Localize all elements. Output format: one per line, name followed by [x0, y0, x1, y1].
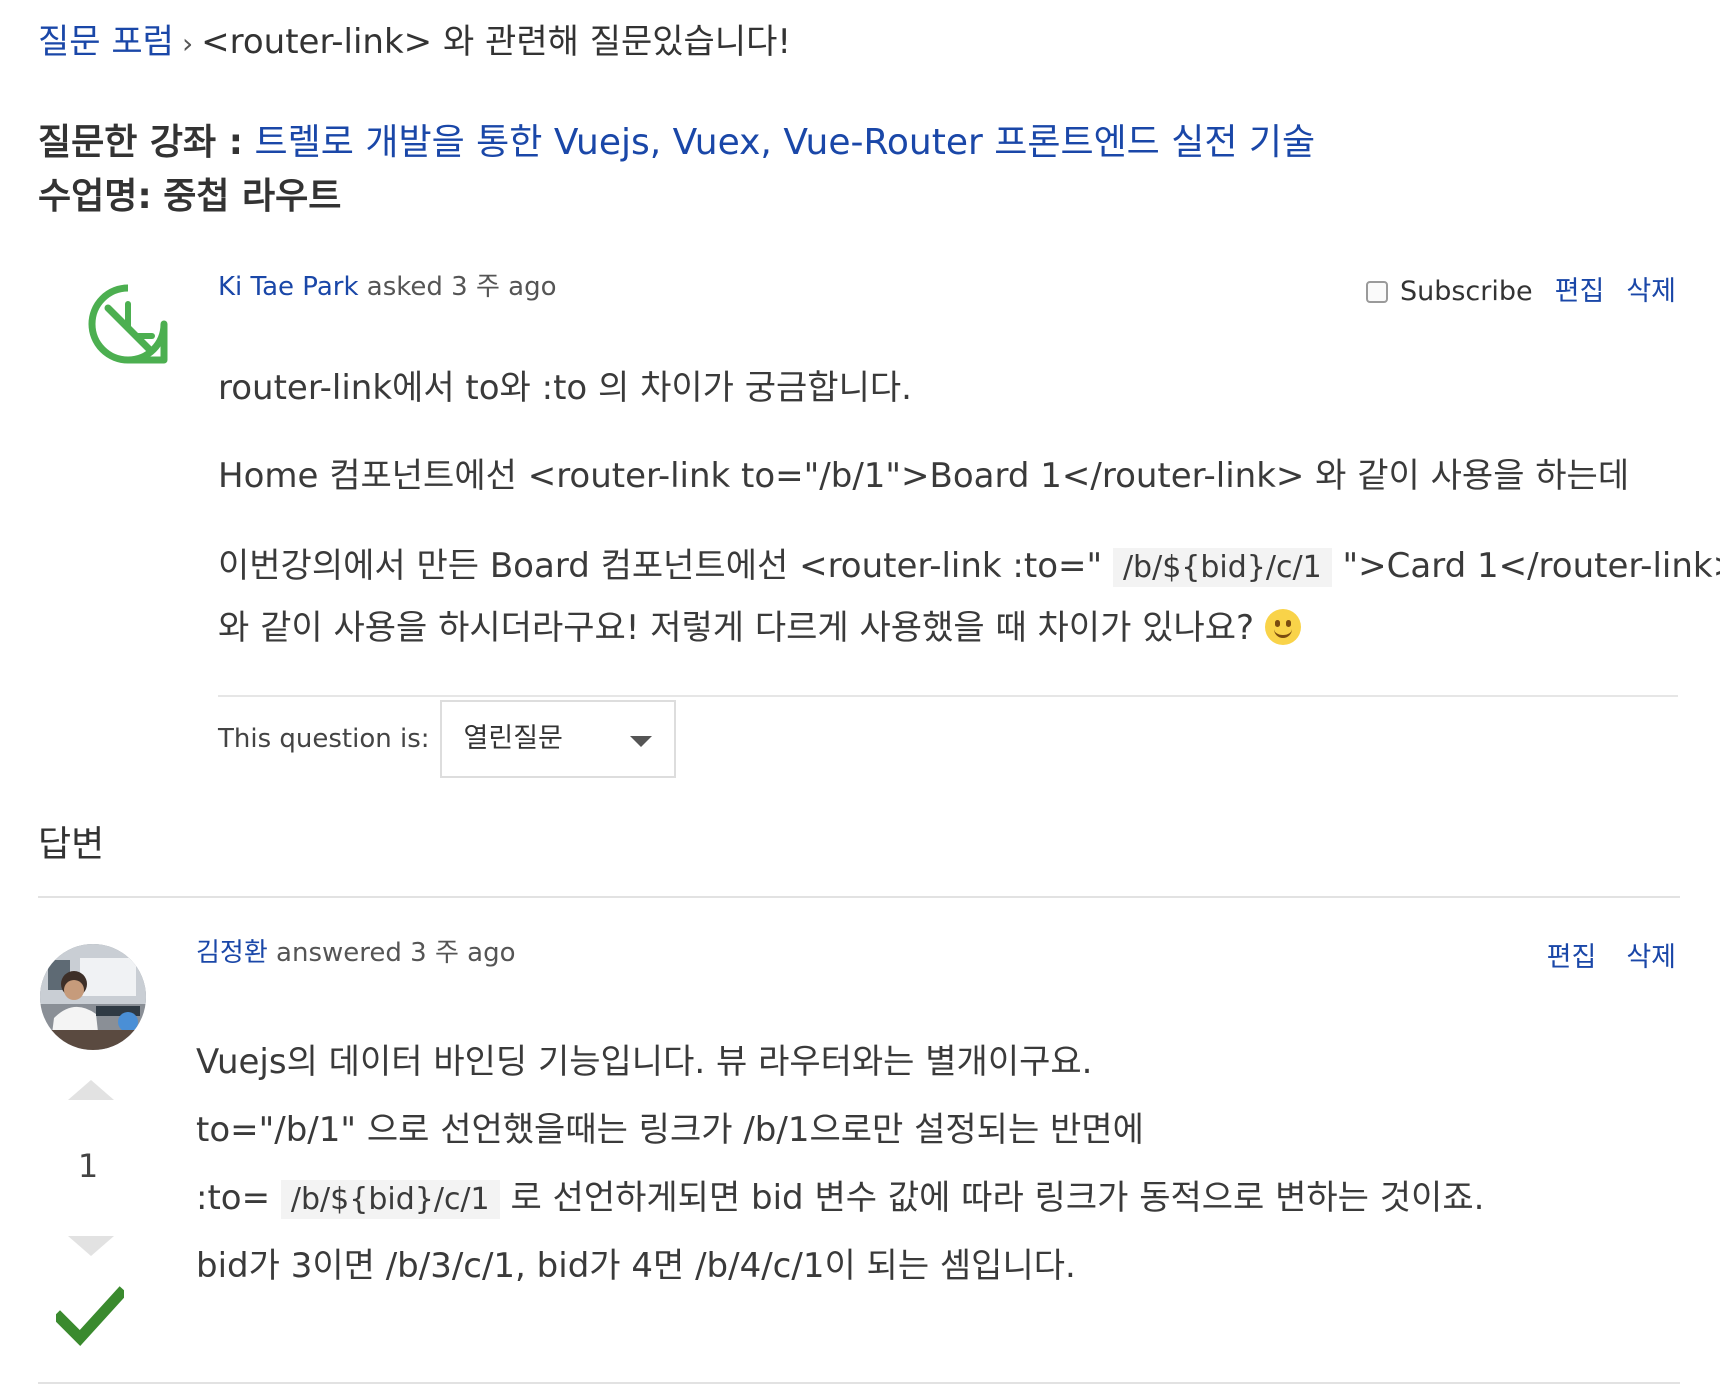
caret-down-icon [629, 736, 652, 747]
question-status-select[interactable]: 열린질문 [439, 700, 676, 778]
subscribe-label[interactable]: Subscribe [1400, 274, 1533, 310]
question-line-1: router-link에서 to와 :to 의 차이가 궁금합니다. [218, 368, 912, 408]
question-code-snippet: /b/${bid}/c/1 [1112, 548, 1332, 587]
answer-line-1: Vuejs의 데이터 바인딩 기능입니다. 뷰 라우터와는 별개이구요. [196, 1042, 1093, 1082]
smile-icon [1264, 609, 1301, 645]
answer-time: 3 주 ago [410, 938, 516, 968]
breadcrumb-separator: › [181, 27, 194, 60]
answer-avatar [40, 944, 146, 1050]
lesson-name: 중첩 라우트 [163, 176, 342, 217]
question-meta: 질문한 강좌 : 트렐로 개발을 통한 Vuejs, Vuex, Vue-Rou… [38, 116, 1315, 224]
vote-count: 1 [77, 1147, 99, 1185]
question-time: 3 주 ago [451, 272, 557, 302]
question-line-4-text: 와 같이 사용을 하시더라구요! 저렇게 다르게 사용했을 때 차이가 있나요? [218, 608, 1255, 648]
answer-delete-link[interactable]: 삭제 [1626, 940, 1676, 976]
answer-edit-link[interactable]: 편집 [1547, 940, 1597, 976]
arrow-up-icon[interactable] [68, 1080, 114, 1100]
subscribe-checkbox[interactable] [1365, 281, 1388, 303]
lesson-label: 수업명: [38, 176, 152, 217]
answers-title: 답변 [38, 824, 105, 865]
breadcrumb-forum-link[interactable]: 질문 포럼 [38, 22, 174, 62]
question-author-line: Ki Tae Park asked 3 주 ago [218, 270, 556, 304]
leaf-icon [88, 284, 168, 364]
question-status-value: 열린질문 [463, 723, 563, 754]
breadcrumb: 질문 포럼 › <router-link> 와 관련해 질문있습니다! [38, 20, 791, 66]
question-line-2: Home 컴포넌트에선 <router-link to="/b/1">Board… [218, 456, 1630, 496]
check-icon [56, 1286, 124, 1346]
question-line-3: 이번강의에서 만든 Board 컴포넌트에선 <router-link :to=… [218, 538, 1720, 600]
answer-line-2: to="/b/1" 으로 선언했을때는 링크가 /b/1으로만 설정되는 반면에 [196, 1110, 1144, 1150]
answer-author-line: 김정환 answered 3 주 ago [196, 936, 515, 970]
answers-divider [38, 896, 1680, 898]
question-edit-link[interactable]: 편집 [1555, 274, 1605, 310]
question-status-row: This question is: 열린질문 [218, 700, 676, 778]
question-delete-link[interactable]: 삭제 [1626, 274, 1676, 310]
answer-author-link[interactable]: 김정환 [196, 938, 268, 968]
question-line-3-end: ">Card 1</router-link> [1342, 546, 1720, 586]
answer-body: Vuejs의 데이터 바인딩 기능입니다. 뷰 라우터와는 별개이구요. to=… [196, 1034, 1484, 1306]
question-action: asked [366, 272, 443, 302]
subscribe-toggle[interactable]: Subscribe [1365, 274, 1533, 310]
answer-line-3: :to= /b/${bid}/c/1 로 선언하게되면 bid 변수 값에 따라… [196, 1170, 1484, 1238]
question-line-3-text: 이번강의에서 만든 Board 컴포넌트에선 <router-link :to=… [218, 546, 1103, 586]
question-author-link[interactable]: Ki Tae Park [218, 272, 359, 302]
course-link[interactable]: 트렐로 개발을 통한 Vuejs, Vuex, Vue-Router 프론트엔드… [255, 122, 1316, 163]
question-body: router-link에서 to와 :to 의 차이가 궁금합니다. Home … [218, 360, 1720, 656]
answer-actions: 편집 삭제 [1547, 940, 1676, 976]
question-status-label: This question is: [218, 724, 430, 754]
breadcrumb-current: <router-link> 와 관련해 질문있습니다! [201, 22, 792, 62]
answer-code-snippet: /b/${bid}/c/1 [280, 1180, 500, 1219]
answer-action: answered [276, 938, 402, 968]
answer-divider [38, 1382, 1680, 1384]
question-actions: Subscribe 편집 삭제 [1365, 274, 1676, 310]
answer-line-4: bid가 3이면 /b/3/c/1, bid가 4면 /b/4/c/1이 되는 … [196, 1246, 1076, 1286]
question-divider [218, 695, 1678, 697]
question-page: 질문 포럼 › <router-link> 와 관련해 질문있습니다! 질문한 강좌… [0, 0, 1720, 1386]
question-line-4: 와 같이 사용을 하시더라구요! 저렇게 다르게 사용했을 때 차이가 있나요? [218, 600, 1720, 656]
arrow-down-icon[interactable] [68, 1236, 114, 1256]
answer-line-3-text: :to= [196, 1178, 271, 1218]
answer-line-3-end: 로 선언하게되면 bid 변수 값에 따라 링크가 동적으로 변하는 것이죠. [510, 1178, 1485, 1218]
course-label: 질문한 강좌 : [38, 122, 244, 163]
